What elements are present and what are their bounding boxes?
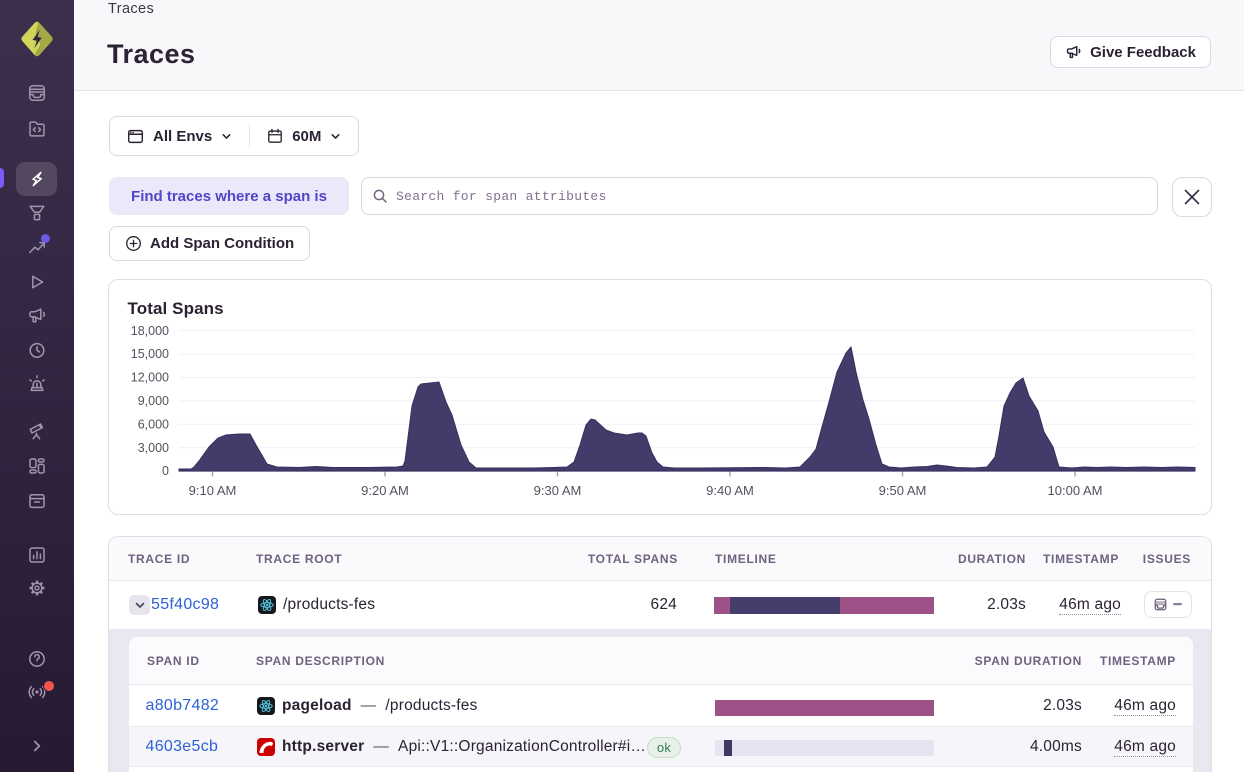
svg-text:10:00 AM: 10:00 AM (1048, 483, 1103, 498)
svg-text:9:50 AM: 9:50 AM (879, 483, 927, 498)
svg-text:9:30 AM: 9:30 AM (534, 483, 582, 498)
svg-text:9,000: 9,000 (138, 394, 169, 408)
svg-text:9:10 AM: 9:10 AM (189, 483, 237, 498)
svg-text:6,000: 6,000 (138, 417, 169, 431)
svg-text:18,000: 18,000 (131, 324, 169, 338)
svg-text:12,000: 12,000 (131, 371, 169, 385)
svg-text:3,000: 3,000 (138, 441, 169, 455)
svg-text:0: 0 (162, 464, 169, 478)
svg-text:9:40 AM: 9:40 AM (706, 483, 754, 498)
svg-text:9:20 AM: 9:20 AM (361, 483, 409, 498)
svg-text:15,000: 15,000 (131, 347, 169, 361)
